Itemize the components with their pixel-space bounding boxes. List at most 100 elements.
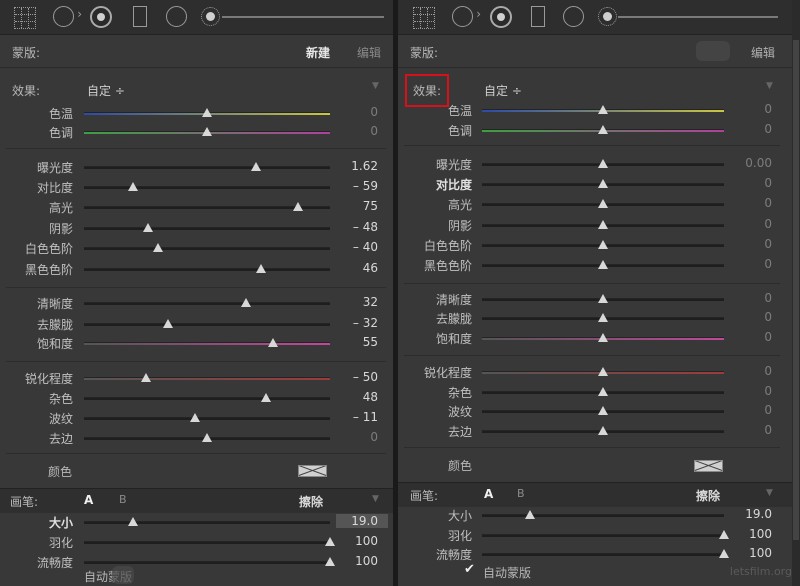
slider-value[interactable]: – 59 <box>334 179 378 193</box>
collapse-triangle-icon[interactable]: ▼ <box>372 494 379 504</box>
slider-value[interactable]: 0 <box>728 176 772 190</box>
adjustment-brush-tool-icon[interactable] <box>201 7 220 26</box>
slider-value[interactable]: 0 <box>334 430 378 444</box>
slider-thumb[interactable] <box>598 179 608 188</box>
red-eye-tool-icon[interactable] <box>490 6 512 28</box>
brush-erase-tab[interactable]: 擦除 <box>696 487 720 504</box>
crop-overlay-tool-icon[interactable] <box>413 7 435 29</box>
slider-thumb[interactable] <box>261 393 272 402</box>
slider-thumb[interactable] <box>598 240 608 249</box>
graduated-filter-tool-icon[interactable] <box>133 6 147 27</box>
slider-thumb[interactable] <box>140 373 151 382</box>
brush-b-tab[interactable]: B <box>517 487 525 500</box>
brush-slider-track[interactable] <box>84 521 330 524</box>
slider-thumb[interactable] <box>598 125 608 134</box>
brush-slider-track[interactable] <box>482 534 724 537</box>
collapse-triangle-icon[interactable]: ▼ <box>766 488 773 498</box>
slider-value[interactable]: 0 <box>728 330 772 344</box>
slider-thumb[interactable] <box>598 367 608 376</box>
brush-slider-value[interactable]: 100 <box>728 527 772 541</box>
auto-mask-checkbox[interactable]: ✔ <box>464 562 475 577</box>
slider-value[interactable]: 0 <box>728 196 772 210</box>
slider-track[interactable] <box>84 377 330 380</box>
mask-edit-button[interactable]: 编辑 <box>357 44 381 61</box>
slider-thumb[interactable] <box>598 105 608 114</box>
slider-thumb[interactable] <box>202 433 212 442</box>
brush-erase-tab[interactable]: 擦除 <box>299 493 323 510</box>
slider-thumb[interactable] <box>202 127 212 136</box>
graduated-filter-tool-icon[interactable] <box>531 6 545 27</box>
mask-new-button[interactable]: 新建 <box>306 44 330 61</box>
slider-thumb[interactable] <box>142 223 153 232</box>
slider-track[interactable] <box>84 397 330 400</box>
slider-thumb[interactable] <box>202 108 212 117</box>
slider-track[interactable] <box>84 186 330 189</box>
slider-track[interactable] <box>84 342 330 345</box>
tool-amount-track[interactable] <box>618 16 778 18</box>
slider-thumb[interactable] <box>268 338 279 347</box>
slider-track[interactable] <box>84 302 330 305</box>
brush-slider-thumb[interactable] <box>128 517 139 526</box>
collapse-triangle-icon[interactable]: ▼ <box>766 81 773 91</box>
slider-thumb[interactable] <box>241 298 252 307</box>
tool-amount-track[interactable] <box>222 16 384 18</box>
slider-thumb[interactable] <box>162 319 173 328</box>
slider-thumb[interactable] <box>598 333 608 342</box>
radial-filter-tool-icon[interactable] <box>563 6 584 27</box>
slider-value[interactable]: 75 <box>334 199 378 213</box>
slider-thumb[interactable] <box>598 220 608 229</box>
slider-value[interactable]: – 11 <box>334 410 378 424</box>
brush-slider-track[interactable] <box>482 514 724 517</box>
slider-thumb[interactable] <box>293 202 304 211</box>
slider-track[interactable] <box>84 166 330 169</box>
crop-overlay-tool-icon[interactable] <box>14 7 36 29</box>
effect-preset-select[interactable]: 自定 ÷ <box>484 82 522 99</box>
slider-thumb[interactable] <box>598 294 608 303</box>
brush-slider-value[interactable]: 19.0 <box>334 514 378 528</box>
slider-value[interactable]: 0 <box>728 217 772 231</box>
slider-track[interactable] <box>84 268 330 271</box>
scrollbar-thumb[interactable] <box>793 40 799 540</box>
slider-thumb[interactable] <box>598 199 608 208</box>
slider-value[interactable]: 0 <box>728 403 772 417</box>
slider-value[interactable]: 0.00 <box>728 156 772 170</box>
slider-value[interactable]: 0 <box>728 364 772 378</box>
slider-value[interactable]: 46 <box>334 261 378 275</box>
red-eye-tool-icon[interactable] <box>90 6 112 28</box>
slider-thumb[interactable] <box>256 264 267 273</box>
slider-value[interactable]: – 48 <box>334 220 378 234</box>
color-swatch[interactable] <box>298 465 327 477</box>
slider-value[interactable]: 55 <box>334 335 378 349</box>
slider-value[interactable]: 48 <box>334 390 378 404</box>
slider-thumb[interactable] <box>598 159 608 168</box>
brush-slider-value[interactable]: 100 <box>334 554 378 568</box>
slider-track[interactable] <box>84 417 330 420</box>
slider-value[interactable]: 1.62 <box>334 159 378 173</box>
slider-thumb[interactable] <box>598 387 608 396</box>
slider-thumb[interactable] <box>152 243 163 252</box>
slider-thumb[interactable] <box>598 426 608 435</box>
slider-value[interactable]: 0 <box>728 291 772 305</box>
brush-slider-track[interactable] <box>482 553 724 556</box>
brush-slider-value[interactable]: 19.0 <box>728 507 772 521</box>
mask-edit-button[interactable]: 编辑 <box>751 44 775 61</box>
slider-value[interactable]: 0 <box>728 122 772 136</box>
adjustment-brush-tool-icon[interactable] <box>598 7 617 26</box>
slider-thumb[interactable] <box>251 162 262 171</box>
slider-value[interactable]: 0 <box>728 102 772 116</box>
slider-value[interactable]: – 32 <box>334 316 378 330</box>
scrollbar[interactable] <box>792 0 800 586</box>
brush-a-tab[interactable]: A <box>484 487 493 501</box>
brush-slider-track[interactable] <box>84 561 330 564</box>
brush-a-tab[interactable]: A <box>84 493 93 507</box>
brush-slider-thumb[interactable] <box>525 510 536 519</box>
slider-thumb[interactable] <box>598 260 608 269</box>
slider-value[interactable]: 0 <box>728 423 772 437</box>
collapse-triangle-icon[interactable]: ▼ <box>372 81 379 91</box>
brush-b-tab[interactable]: B <box>119 493 127 506</box>
slider-value[interactable]: 0 <box>334 105 378 119</box>
slider-value[interactable]: – 40 <box>334 240 378 254</box>
auto-mask-label[interactable]: 自动蒙版 <box>483 564 531 581</box>
slider-thumb[interactable] <box>598 406 608 415</box>
slider-thumb[interactable] <box>128 182 139 191</box>
